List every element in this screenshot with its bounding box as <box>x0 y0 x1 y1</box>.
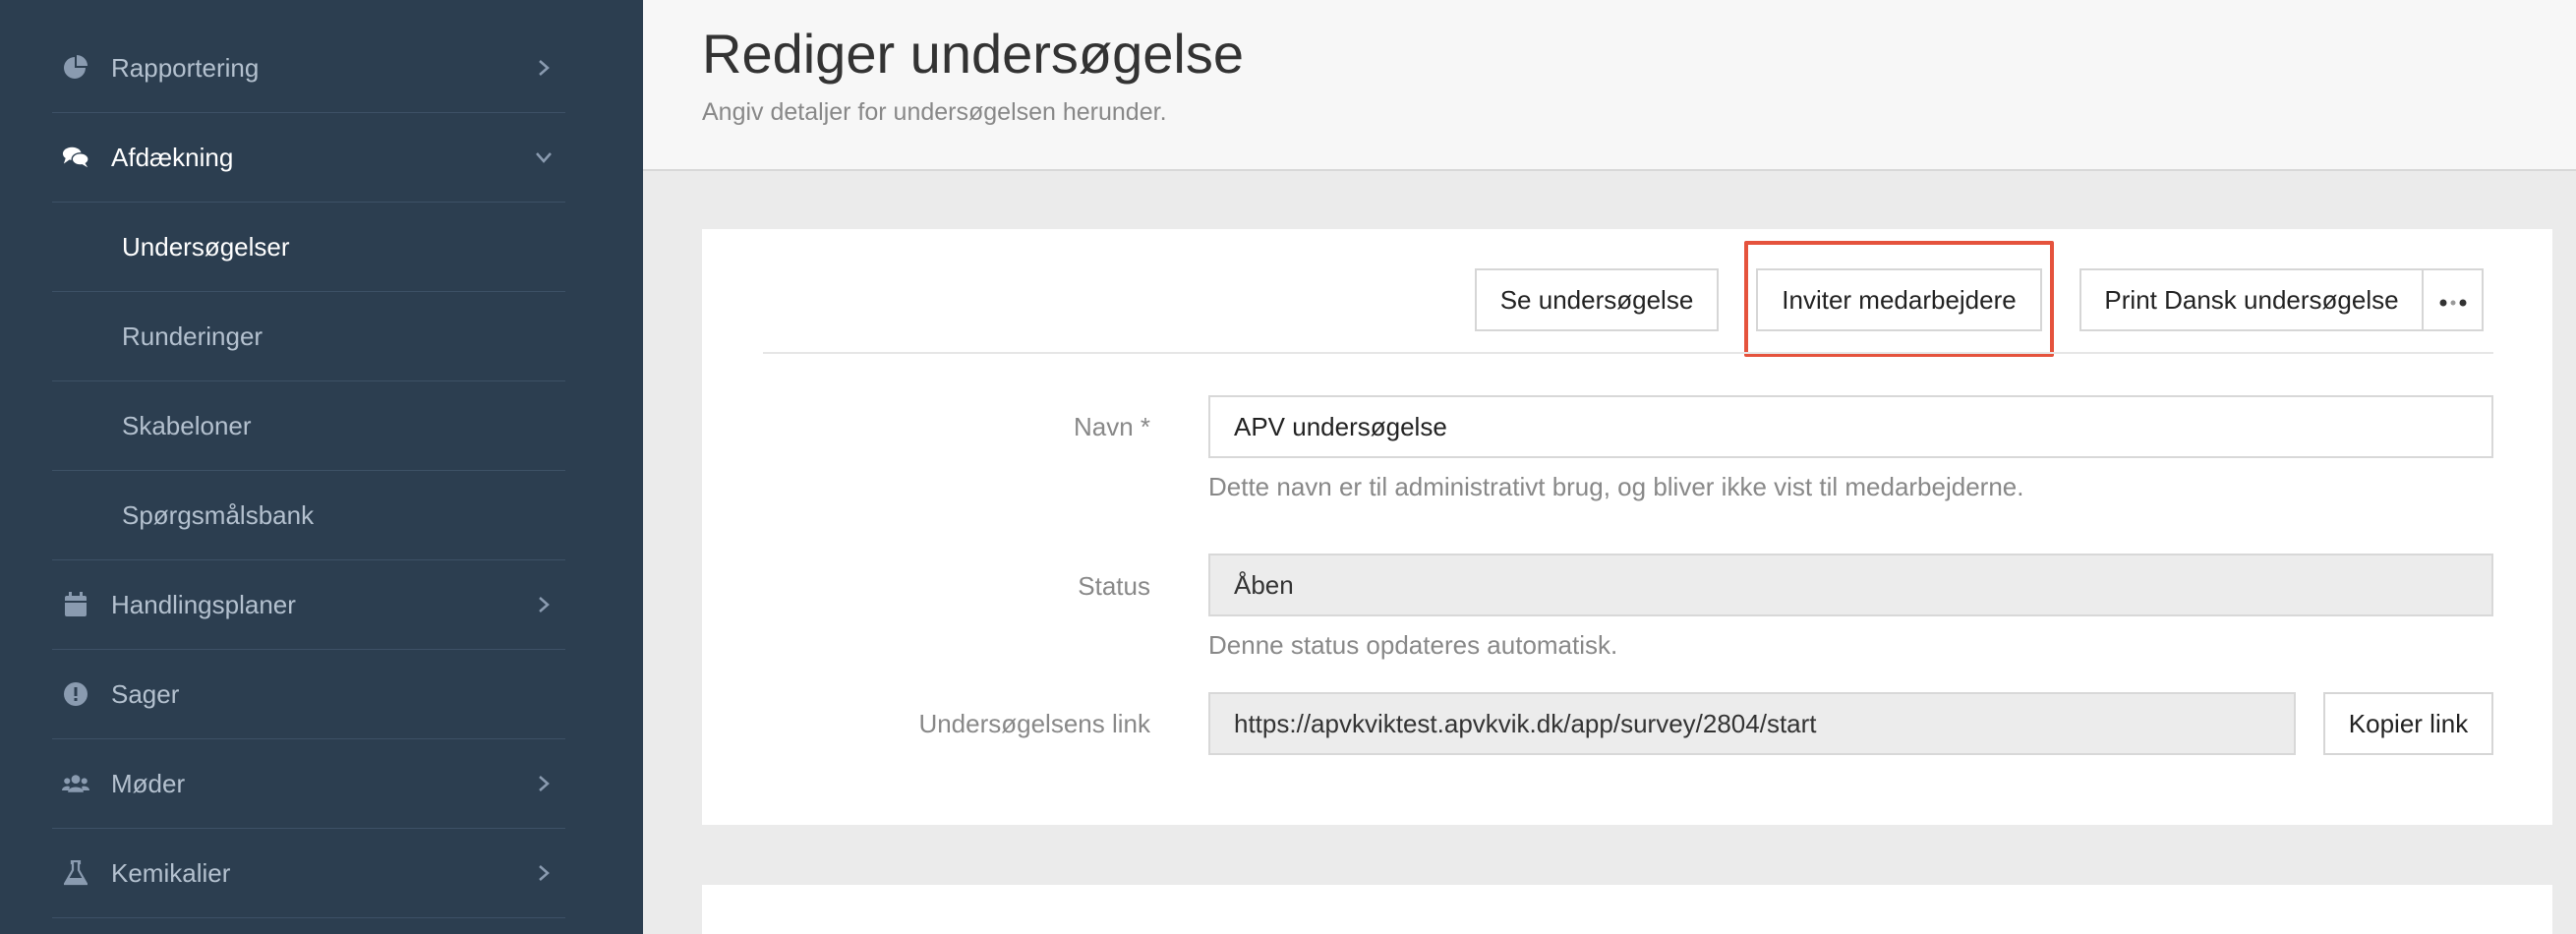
secondary-card <box>702 885 2552 934</box>
page-header: Rediger undersøgelse Angiv detaljer for … <box>643 0 2576 171</box>
sidebar-item-runderinger[interactable]: Runderinger <box>52 292 565 381</box>
calendar-icon <box>62 591 89 618</box>
sidebar: Rapportering Afdækning Undersøgelser Run… <box>0 0 643 934</box>
status-help-text: Denne status opdateres automatisk. <box>1208 630 1618 660</box>
more-options-button[interactable] <box>2422 268 2484 331</box>
sidebar-item-sager[interactable]: Sager <box>52 650 565 739</box>
sidebar-item-label: Rapportering <box>111 52 260 83</box>
sidebar-item-label: Kemikalier <box>111 857 231 888</box>
sidebar-item-label: Handlingsplaner <box>111 589 296 619</box>
chevron-right-icon <box>532 772 556 795</box>
page-subtitle: Angiv detaljer for undersøgelsen herunde… <box>702 98 1167 126</box>
pie-chart-icon <box>62 54 89 82</box>
chevron-right-icon <box>532 861 556 885</box>
print-danish-survey-button[interactable]: Print Dansk undersøgelse <box>2079 268 2424 331</box>
survey-link-label: Undersøgelsens link <box>918 709 1150 738</box>
status-label: Status <box>1078 571 1150 601</box>
chevron-right-icon <box>532 56 556 80</box>
sidebar-item-spoergsmaalsbank[interactable]: Spørgsmålsbank <box>52 471 565 560</box>
sidebar-item-undersoegelser[interactable]: Undersøgelser <box>52 203 565 292</box>
sidebar-item-skabeloner[interactable]: Skabeloner <box>52 381 565 471</box>
sidebar-item-rapportering[interactable]: Rapportering <box>52 24 565 113</box>
users-icon <box>62 770 89 797</box>
copy-link-button[interactable]: Kopier link <box>2323 692 2493 755</box>
more-dots-icon <box>2438 285 2468 316</box>
sidebar-item-moeder[interactable]: Møder <box>52 739 565 829</box>
alert-icon <box>62 680 89 708</box>
name-input[interactable]: APV undersøgelse <box>1208 395 2493 458</box>
survey-link-field[interactable]: https://apvkviktest.apvkvik.dk/app/surve… <box>1208 692 2296 755</box>
sidebar-item-afdaekning[interactable]: Afdækning <box>52 113 565 203</box>
sidebar-item-label: Runderinger <box>122 321 263 351</box>
highlight-box <box>1744 241 2054 357</box>
sidebar-item-label: Møder <box>111 768 186 798</box>
toolbar-divider <box>763 352 2493 354</box>
flask-icon <box>62 859 89 887</box>
chat-bubbles-icon <box>62 144 89 171</box>
chevron-down-icon <box>532 146 556 169</box>
view-survey-button[interactable]: Se undersøgelse <box>1475 268 1719 331</box>
sidebar-item-handlingsplaner[interactable]: Handlingsplaner <box>52 560 565 650</box>
status-field: Åben <box>1208 554 2493 616</box>
name-help-text: Dette navn er til administrativt brug, o… <box>1208 472 2024 501</box>
sidebar-item-label: Spørgsmålsbank <box>122 499 315 530</box>
name-label: Navn * <box>1073 412 1150 441</box>
sidebar-item-label: Undersøgelser <box>122 231 290 262</box>
sidebar-item-kemikalier[interactable]: Kemikalier <box>52 829 565 918</box>
sidebar-item-label: Skabeloner <box>122 410 252 440</box>
chevron-right-icon <box>532 593 556 616</box>
sidebar-item-label: Afdækning <box>111 142 234 172</box>
sidebar-item-label: Sager <box>111 678 180 709</box>
page-title: Rediger undersøgelse <box>702 23 1244 85</box>
